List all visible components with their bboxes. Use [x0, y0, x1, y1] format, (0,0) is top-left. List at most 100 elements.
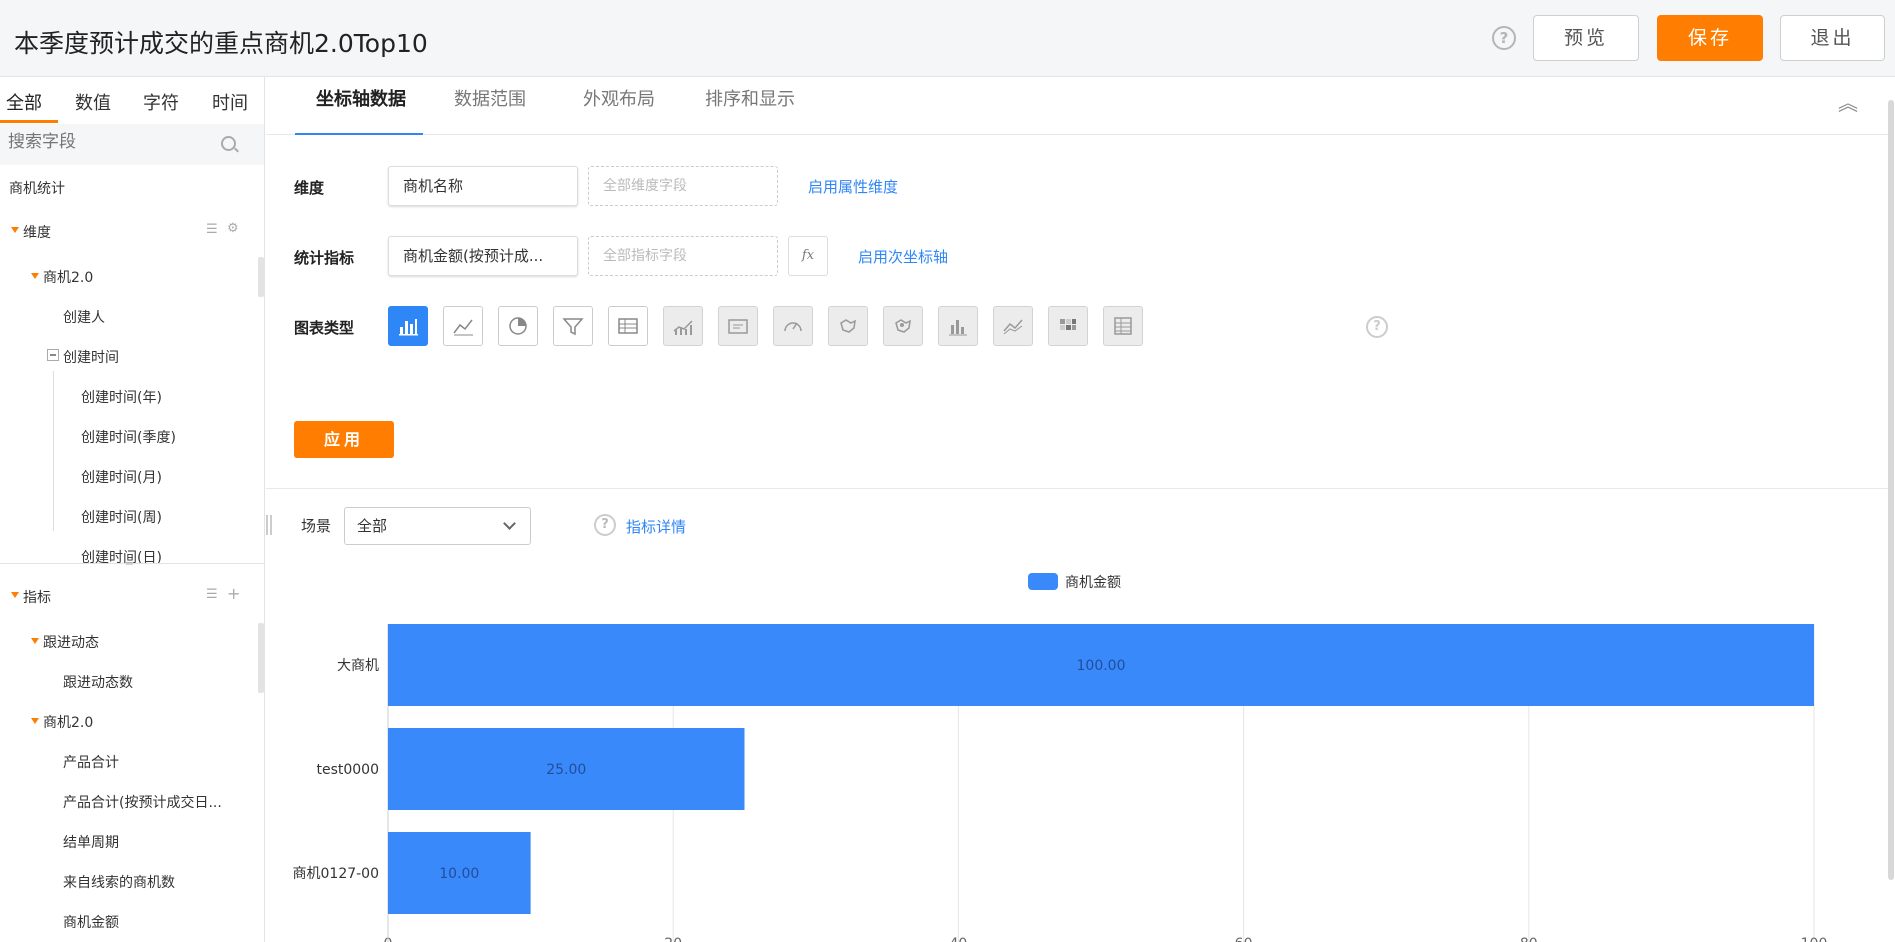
scene-label: 场景 [301, 517, 332, 535]
caret-down-icon[interactable] [31, 718, 39, 724]
tab-axis-data[interactable]: 坐标轴数据 [316, 85, 406, 111]
tree-item-creator[interactable]: 创建人 [63, 307, 105, 327]
data-label: 10.00 [439, 866, 479, 882]
chevron-down-icon [503, 517, 516, 530]
enable-attribute-dimension-link[interactable]: 启用属性维度 [808, 176, 898, 197]
collapse-icon[interactable] [47, 349, 59, 361]
metric-help-icon[interactable]: ? [594, 514, 616, 536]
tree-item-time-week[interactable]: 创建时间(周) [81, 507, 162, 527]
metric-section-title[interactable]: 指标 [23, 587, 51, 607]
tree-group-follow-up[interactable]: 跟进动态 [43, 632, 99, 652]
active-tab-indicator [0, 120, 58, 123]
dimension-section-title[interactable]: 维度 [23, 222, 51, 242]
dimension-scrollbar[interactable] [258, 257, 264, 297]
multi-line-icon[interactable] [993, 306, 1033, 346]
search-icon[interactable] [221, 136, 236, 151]
category-label: 大商机 [337, 658, 379, 674]
caret-down-icon[interactable] [11, 592, 19, 598]
bar-chart-icon[interactable] [388, 306, 428, 346]
tree-group-opportunity[interactable]: 商机2.0 [43, 267, 93, 287]
tree-group-created-time[interactable]: 创建时间 [63, 347, 119, 367]
enable-secondary-axis-link[interactable]: 启用次坐标轴 [858, 246, 948, 267]
page-scrollbar[interactable] [1888, 100, 1894, 880]
metric-scrollbar[interactable] [258, 623, 264, 693]
tree-group-opportunity-metrics[interactable]: 商机2.0 [43, 712, 93, 732]
bar-chart: 商机金额020406080100大商机100.00test000025.00商机… [293, 573, 1827, 942]
double-chevron-up-icon[interactable]: ︽ [1838, 87, 1858, 116]
metric-detail-link[interactable]: 指标详情 [626, 516, 686, 537]
tree-item-product-total[interactable]: 产品合计 [63, 752, 119, 772]
x-tick-label: 20 [664, 936, 682, 942]
area-chart-icon[interactable] [663, 306, 703, 346]
tree-item-product-total-by-date[interactable]: 产品合计(按预计成交日... [63, 792, 222, 812]
x-tick-label: 60 [1235, 936, 1253, 942]
sort-icon[interactable]: ☰ [206, 222, 218, 237]
pivot-table-icon[interactable] [1103, 306, 1143, 346]
field-tab-string[interactable]: 字符 [143, 89, 179, 115]
metric-field[interactable]: 商机金额(按预计成... [388, 236, 578, 276]
line-chart-icon[interactable] [443, 306, 483, 346]
save-button[interactable]: 保存 [1657, 15, 1763, 61]
page-title: 本季度预计成交的重点商机2.0Top10 [14, 29, 428, 58]
exit-button[interactable]: 退出 [1780, 15, 1885, 61]
tree-item-close-cycle[interactable]: 结单周期 [63, 832, 119, 852]
dimension-drop-zone[interactable]: 全部维度字段 [588, 166, 778, 206]
help-icon[interactable]: ? [1492, 26, 1516, 50]
x-tick-label: 40 [949, 936, 967, 942]
formula-button[interactable]: fx [788, 236, 828, 276]
tree-item-opportunity-amount[interactable]: 商机金额 [63, 912, 119, 928]
dimension-field[interactable]: 商机名称 [388, 166, 578, 206]
heatmap-icon[interactable] [1048, 306, 1088, 346]
x-tick-label: 80 [1520, 936, 1538, 942]
chart-type-label: 图表类型 [294, 319, 355, 337]
tree-item-time-day[interactable]: 创建时间(日) [81, 547, 162, 563]
plus-icon[interactable]: + [227, 584, 240, 603]
tab-appearance[interactable]: 外观布局 [583, 85, 655, 111]
tree-guide-line [53, 371, 54, 531]
scene-select[interactable]: 全部 [344, 507, 531, 545]
field-panel: 全部 数值 字符 时间 商机统计 维度 ☰ ⚙ 商机2.0 创建人 创建时间 创… [0, 77, 265, 942]
drag-handle-icon[interactable]: ═ [126, 557, 133, 570]
caret-down-icon[interactable] [31, 638, 39, 644]
field-type-tabs: 全部 数值 字符 时间 [0, 77, 264, 124]
chart-config-panel: 坐标轴数据 数据范围 外观布局 排序和显示 ︽ 维度 商机名称 全部维度字段 启… [266, 77, 1890, 489]
dimension-label: 维度 [294, 179, 325, 197]
tree-item-lead-opportunity-count[interactable]: 来自线索的商机数 [63, 872, 175, 892]
funnel-chart-icon[interactable] [553, 306, 593, 346]
legend-label: 商机金额 [1065, 575, 1121, 591]
gear-icon[interactable]: ⚙ [227, 221, 239, 236]
scene-select-value: 全部 [357, 517, 388, 535]
field-tab-time[interactable]: 时间 [212, 89, 248, 115]
tree-item-follow-up-count[interactable]: 跟进动态数 [63, 672, 133, 692]
caret-down-icon[interactable] [31, 273, 39, 279]
metric-label: 统计指标 [294, 249, 355, 267]
tree-item-time-year[interactable]: 创建时间(年) [81, 387, 162, 407]
column-chart-icon[interactable] [938, 306, 978, 346]
pie-chart-icon[interactable] [498, 306, 538, 346]
tree-item-time-quarter[interactable]: 创建时间(季度) [81, 427, 176, 447]
field-tab-all[interactable]: 全部 [6, 89, 42, 115]
caret-down-icon[interactable] [11, 227, 19, 233]
dataset-name: 商机统计 [9, 181, 65, 197]
map-bubble-icon[interactable] [883, 306, 923, 346]
tab-sort-display[interactable]: 排序和显示 [705, 85, 795, 111]
tree-item-time-month[interactable]: 创建时间(月) [81, 467, 162, 487]
metric-drop-zone[interactable]: 全部指标字段 [588, 236, 778, 276]
field-tab-number[interactable]: 数值 [75, 89, 111, 115]
sort-icon[interactable]: ☰ [206, 587, 218, 602]
chart-type-help-icon[interactable]: ? [1366, 316, 1388, 338]
field-search [0, 124, 264, 165]
preview-button[interactable]: 预览 [1533, 15, 1639, 61]
category-label: test0000 [316, 762, 379, 778]
legend-swatch [1028, 573, 1058, 590]
search-input[interactable] [8, 132, 208, 152]
apply-button[interactable]: 应用 [294, 421, 394, 458]
map-chart-icon[interactable] [828, 306, 868, 346]
tab-data-range[interactable]: 数据范围 [454, 85, 526, 111]
panel-resize-handle[interactable] [265, 515, 273, 537]
category-label: 商机0127-00 [293, 866, 380, 882]
card-chart-icon[interactable] [718, 306, 758, 346]
gauge-chart-icon[interactable] [773, 306, 813, 346]
table-chart-icon[interactable] [608, 306, 648, 346]
data-label: 100.00 [1077, 658, 1126, 674]
